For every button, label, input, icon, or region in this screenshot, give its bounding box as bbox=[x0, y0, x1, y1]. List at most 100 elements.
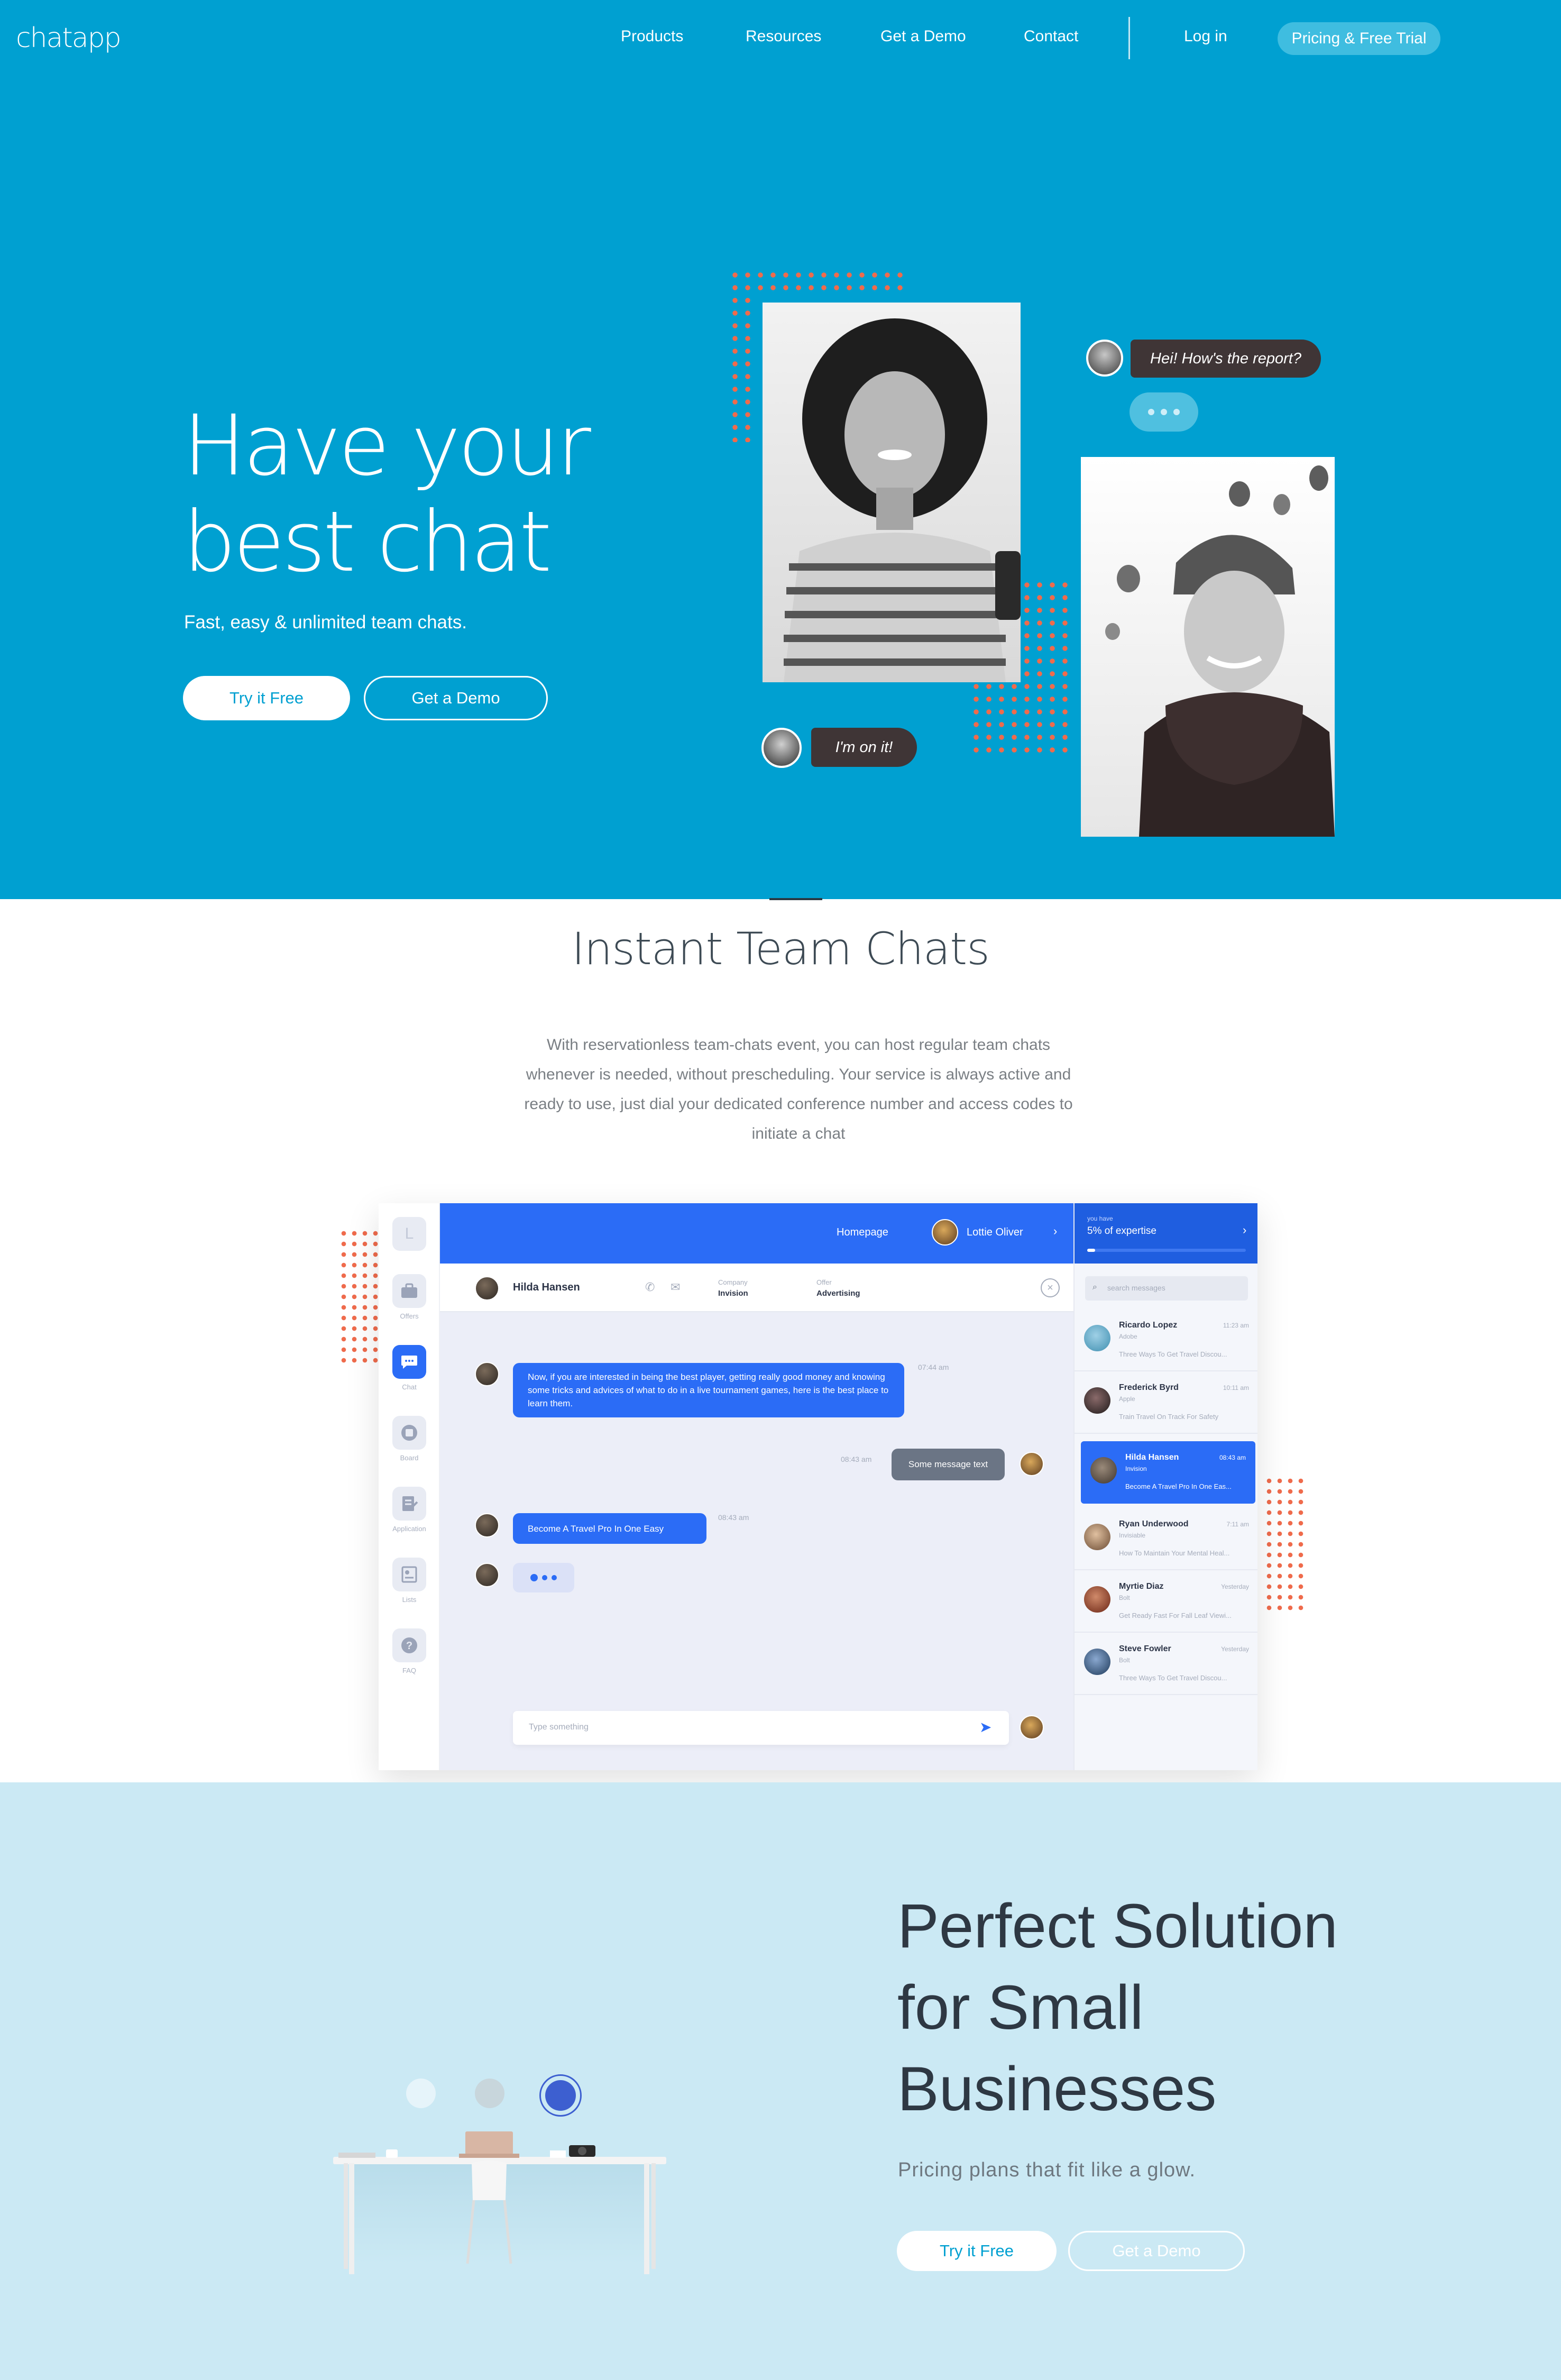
contact-name: Ricardo Lopez bbox=[1119, 1321, 1178, 1330]
message-bubble: Some message text bbox=[892, 1449, 1005, 1480]
avatar bbox=[475, 1513, 499, 1537]
avatar bbox=[1084, 1325, 1110, 1351]
mail-icon[interactable]: ✉ bbox=[671, 1280, 680, 1294]
contact-list-item[interactable]: Myrtie Diaz Bolt Yesterday Get Ready Fas… bbox=[1075, 1570, 1257, 1633]
avatar bbox=[761, 728, 802, 768]
contact-name: Myrtie Diaz bbox=[1119, 1582, 1164, 1591]
offer-label: Offer bbox=[816, 1278, 832, 1286]
contact-time: 11:23 am bbox=[1223, 1322, 1249, 1329]
contact-time: 10:11 am bbox=[1223, 1384, 1249, 1392]
pricing-title-line-2: for Small bbox=[897, 1973, 1144, 2043]
pricing-title-line-3: Businesses bbox=[897, 2054, 1217, 2124]
dot-pattern bbox=[1264, 1476, 1306, 1613]
homepage-link[interactable]: Homepage bbox=[837, 1226, 888, 1239]
board-icon bbox=[392, 1416, 426, 1450]
pricing-try-free-button[interactable]: Try it Free bbox=[897, 2231, 1057, 2271]
message-time: 08:43 am bbox=[841, 1455, 872, 1463]
contact-time: 7:11 am bbox=[1226, 1521, 1249, 1528]
color-dot[interactable] bbox=[406, 2079, 436, 2108]
chat-bubble-bottom: I'm on it! bbox=[811, 728, 917, 767]
nav-divider bbox=[1128, 17, 1130, 59]
expertise-progress bbox=[1087, 1249, 1246, 1252]
contact-company: Invisiable bbox=[1119, 1532, 1146, 1539]
question-icon: ? bbox=[392, 1628, 426, 1662]
hero-title: Have your best chat bbox=[183, 397, 591, 590]
nav-link-contact[interactable]: Contact bbox=[1024, 28, 1078, 45]
contact-last-message: Three Ways To Get Travel Discou... bbox=[1119, 1674, 1227, 1682]
avatar bbox=[1090, 1457, 1117, 1484]
hero-title-line-1: Have your bbox=[183, 397, 591, 495]
nav-link-resources[interactable]: Resources bbox=[746, 28, 821, 45]
contact-last-message: Train Travel On Track For Safety bbox=[1119, 1413, 1219, 1421]
avatar bbox=[1084, 1649, 1110, 1675]
message-input[interactable]: Type something ➤ bbox=[513, 1711, 1009, 1745]
nav-link-get-a-demo[interactable]: Get a Demo bbox=[880, 28, 966, 45]
section-paragraph: With reservationless team-chats event, y… bbox=[524, 1036, 1073, 1142]
logo[interactable]: chatapp bbox=[16, 22, 122, 54]
send-icon[interactable]: ➤ bbox=[979, 1718, 991, 1736]
chevron-right-icon[interactable]: › bbox=[1243, 1223, 1246, 1237]
contact-list-item[interactable]: Ricardo Lopez Adobe 11:23 am Three Ways … bbox=[1075, 1309, 1257, 1371]
desk-illustration bbox=[328, 2131, 672, 2285]
sidebar-item-lists[interactable]: Lists bbox=[390, 1558, 428, 1604]
hero-try-free-button[interactable]: Try it Free bbox=[183, 676, 350, 720]
contacts-panel: you have 5% of expertise › ⌕ search mess… bbox=[1073, 1203, 1257, 1770]
current-user-name[interactable]: Lottie Oliver bbox=[967, 1226, 1023, 1239]
contact-list-item[interactable]: Steve Fowler Bolt Yesterday Three Ways T… bbox=[1075, 1633, 1257, 1695]
search-placeholder: search messages bbox=[1107, 1284, 1165, 1292]
sidebar-label: Application bbox=[392, 1525, 426, 1533]
close-icon[interactable]: × bbox=[1041, 1278, 1060, 1297]
sidebar-item-board[interactable]: Board bbox=[390, 1416, 428, 1462]
contact-time: Yesterday bbox=[1221, 1583, 1249, 1590]
contact-company: Bolt bbox=[1119, 1656, 1130, 1664]
search-icon: ⌕ bbox=[1092, 1283, 1097, 1292]
sidebar-item-faq[interactable]: ? FAQ bbox=[390, 1628, 428, 1674]
pricing-trial-button[interactable]: Pricing & Free Trial bbox=[1278, 22, 1440, 55]
sidebar-item-chat[interactable]: Chat bbox=[390, 1345, 428, 1391]
expertise-label: you have bbox=[1087, 1215, 1113, 1222]
color-dot-selected[interactable] bbox=[539, 2074, 582, 2117]
chat-contact-name: Hilda Hansen bbox=[513, 1281, 580, 1293]
hero-get-demo-button[interactable]: Get a Demo bbox=[364, 676, 548, 720]
pricing-subtitle: Pricing plans that fit like a glow. bbox=[898, 2159, 1196, 2181]
contact-list-item[interactable]: Ryan Underwood Invisiable 7:11 am How To… bbox=[1075, 1508, 1257, 1570]
nav-link-products[interactable]: Products bbox=[621, 28, 683, 45]
message-bubble: Now, if you are interested in being the … bbox=[513, 1363, 904, 1417]
contact-list-item[interactable]: Frederick Byrd Apple 10:11 am Train Trav… bbox=[1075, 1371, 1257, 1434]
svg-text:?: ? bbox=[406, 1640, 412, 1652]
app-logo: L bbox=[390, 1217, 428, 1251]
search-input[interactable]: ⌕ search messages bbox=[1085, 1276, 1248, 1301]
hero-subtitle: Fast, easy & unlimited team chats. bbox=[184, 612, 467, 633]
chat-bubble-top: Hei! How's the report? bbox=[1131, 340, 1321, 378]
typing-indicator bbox=[513, 1563, 574, 1592]
company-label: Company bbox=[718, 1278, 748, 1286]
contact-company: Invision bbox=[1125, 1465, 1147, 1472]
phone-icon[interactable]: ✆ bbox=[645, 1280, 655, 1294]
contact-last-message: Three Ways To Get Travel Discou... bbox=[1119, 1350, 1227, 1358]
typing-indicator bbox=[1130, 392, 1198, 432]
expertise-panel: you have 5% of expertise › bbox=[1075, 1203, 1257, 1264]
contact-card-icon bbox=[392, 1558, 426, 1591]
sidebar-item-application[interactable]: Application bbox=[390, 1487, 428, 1533]
contact-name: Ryan Underwood bbox=[1119, 1519, 1189, 1528]
contact-list-item-active[interactable]: Hilda Hansen Invision 08:43 am Become A … bbox=[1081, 1441, 1255, 1504]
app-sidebar: L Offers Chat Board Application Lists ? … bbox=[379, 1203, 440, 1770]
color-dot[interactable] bbox=[475, 2079, 504, 2108]
avatar bbox=[1084, 1586, 1110, 1613]
message-time: 07:44 am bbox=[918, 1363, 949, 1371]
sidebar-item-offers[interactable]: Offers bbox=[390, 1274, 428, 1320]
avatar bbox=[1084, 1524, 1110, 1550]
contact-company: Adobe bbox=[1119, 1333, 1137, 1340]
sidebar-label: Chat bbox=[402, 1383, 417, 1391]
login-link[interactable]: Log in bbox=[1184, 28, 1227, 45]
chevron-right-icon[interactable]: › bbox=[1053, 1224, 1057, 1238]
avatar bbox=[1084, 1387, 1110, 1414]
dot-pattern bbox=[338, 1228, 381, 1366]
contact-time: Yesterday bbox=[1221, 1645, 1249, 1653]
avatar[interactable] bbox=[932, 1219, 958, 1246]
dot-pattern bbox=[729, 269, 906, 294]
offer-value: Advertising bbox=[816, 1289, 860, 1298]
pricing-get-demo-button[interactable]: Get a Demo bbox=[1068, 2231, 1245, 2271]
avatar bbox=[1020, 1452, 1044, 1476]
pricing-title: Perfect Solution for Small Businesses bbox=[897, 1885, 1338, 2130]
